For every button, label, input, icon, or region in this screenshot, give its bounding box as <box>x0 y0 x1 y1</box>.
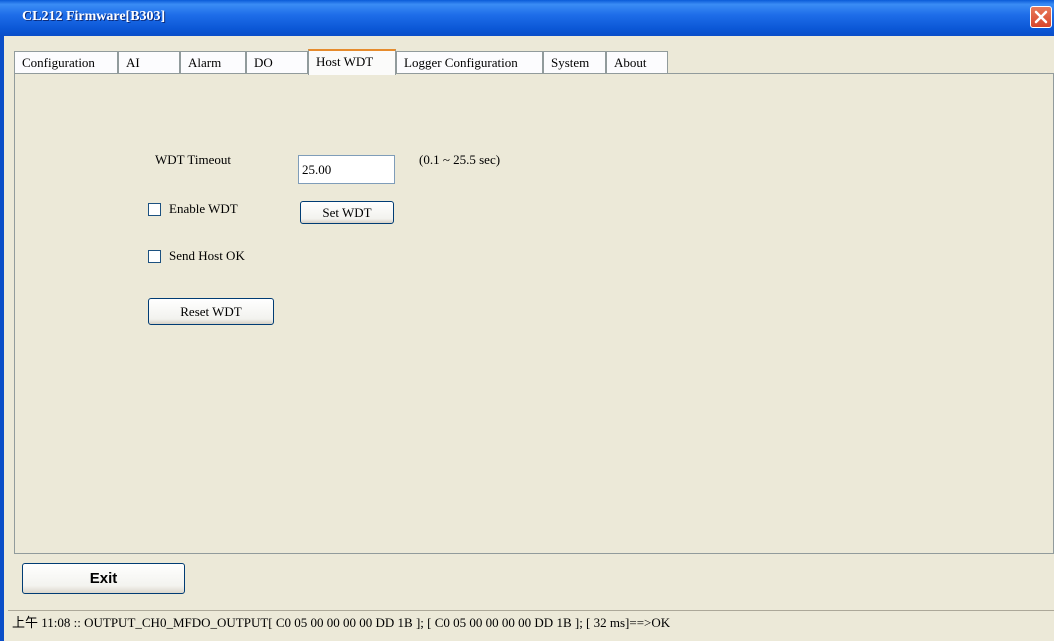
title-bar: CL212 Firmware[B303] <box>0 0 1054 36</box>
tab-do[interactable]: DO <box>246 51 308 73</box>
status-bar: 上午 11:08 :: OUTPUT_CH0_MFDO_OUTPUT[ C0 0… <box>8 610 1054 635</box>
enable-wdt-checkbox[interactable] <box>148 203 161 216</box>
window-title: CL212 Firmware[B303] <box>22 9 166 24</box>
window-border <box>0 36 4 641</box>
exit-button[interactable]: Exit <box>22 563 185 594</box>
tab-strip: Configuration AI Alarm DO Host WDT Logge… <box>14 49 1054 75</box>
tab-logger-configuration[interactable]: Logger Configuration <box>396 51 543 73</box>
tab-configuration[interactable]: Configuration <box>14 51 118 73</box>
reset-wdt-button[interactable]: Reset WDT <box>148 298 274 325</box>
tab-ai[interactable]: AI <box>118 51 180 73</box>
set-wdt-button[interactable]: Set WDT <box>300 201 394 224</box>
wdt-timeout-input[interactable]: 25.00 <box>298 155 395 184</box>
tab-alarm[interactable]: Alarm <box>180 51 246 73</box>
send-host-ok-label: Send Host OK <box>169 248 245 263</box>
close-button[interactable] <box>1030 6 1052 28</box>
wdt-range-hint: (0.1 ~ 25.5 sec) <box>419 152 501 167</box>
send-host-ok-checkbox[interactable] <box>148 250 161 263</box>
enable-wdt-label: Enable WDT <box>169 201 238 216</box>
tab-about[interactable]: About <box>606 51 668 73</box>
wdt-timeout-label: WDT Timeout <box>155 152 231 167</box>
tab-host-wdt[interactable]: Host WDT <box>308 49 396 75</box>
close-icon <box>1034 10 1048 24</box>
tab-system[interactable]: System <box>543 51 606 73</box>
